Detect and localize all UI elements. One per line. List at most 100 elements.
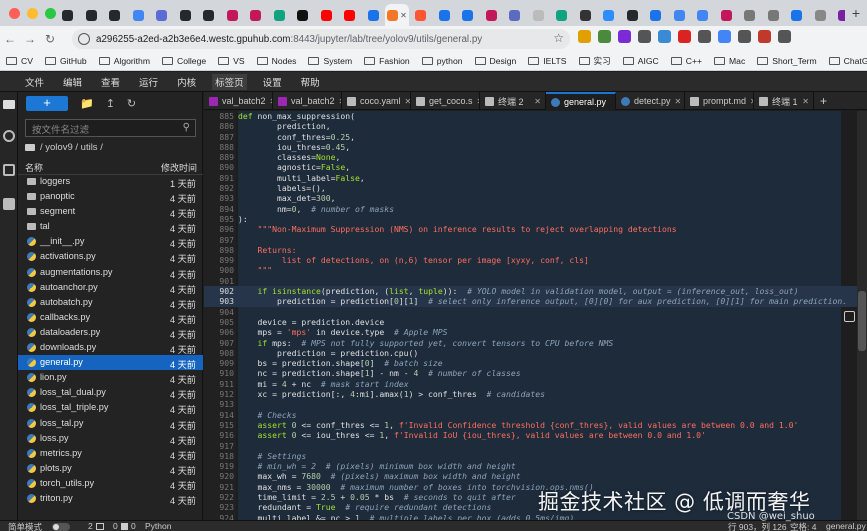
scrollbar-thumb[interactable] [858,291,866,351]
menu-item[interactable]: 帮助 [298,74,323,90]
breadcrumb-path[interactable]: / yolov9 / utils / [40,142,103,153]
editor-tab[interactable]: val_batch2✕ [273,92,342,110]
file-row[interactable]: metrics.py 4 天前 [18,446,203,461]
menu-item[interactable]: 内核 [174,74,199,90]
browser-tab[interactable] [362,4,386,26]
sessions-count[interactable]: 0 [131,521,136,531]
bookmark-folder[interactable]: GitHub [44,56,87,66]
file-row[interactable]: loss.py 4 天前 [18,431,203,446]
extension-icon[interactable] [658,30,671,43]
file-row[interactable]: loss_tal_dual.py 4 天前 [18,385,203,400]
new-folder-icon[interactable]: 📁 [80,97,94,110]
editor-tab[interactable]: prompt.md✕ [685,92,754,110]
bookmark-star-icon[interactable]: ☆ [553,31,564,45]
browser-tab[interactable] [221,4,245,26]
reload-icon[interactable]: ↻ [40,32,60,46]
browser-tab[interactable] [315,4,339,26]
menu-item[interactable]: 文件 [22,74,47,90]
file-row[interactable]: downloads.py 4 天前 [18,340,203,355]
column-modified-header[interactable]: 修改时间 [161,161,197,174]
file-row[interactable]: autoanchor.py 4 天前 [18,280,203,295]
table-of-contents-icon[interactable] [3,164,15,176]
language-indicator[interactable]: Python [145,521,171,531]
extension-icon[interactable] [578,30,591,43]
bookmark-folder[interactable]: IELTS [528,56,567,66]
file-row[interactable]: segment 4 天前 [18,204,203,219]
browser-tab[interactable] [80,4,104,26]
file-row[interactable]: loss_tal.py 4 天前 [18,416,203,431]
extension-icon[interactable] [738,30,751,43]
browser-tab[interactable] [809,4,833,26]
minimize-window-button[interactable] [27,7,38,19]
close-window-button[interactable] [9,7,20,19]
close-tab-icon[interactable]: ✕ [400,11,407,20]
browser-tab[interactable] [338,4,362,26]
browser-tab[interactable] [174,4,198,26]
browser-tab[interactable] [644,4,668,26]
menu-item[interactable]: 查看 [98,74,123,90]
editor-tab[interactable]: get_coco.s✕ [411,92,480,110]
file-row[interactable]: loss_tal_triple.py 4 天前 [18,400,203,415]
browser-tab[interactable] [738,4,762,26]
file-row[interactable]: general.py 4 天前 [18,355,203,371]
file-row[interactable]: autobatch.py 4 天前 [18,295,203,310]
browser-tab[interactable] [574,4,598,26]
browser-tab[interactable] [597,4,621,26]
close-tab-icon[interactable]: ✕ [802,97,813,106]
editor-tab[interactable]: 终端 1 ✕ [754,92,814,110]
bookmark-folder[interactable]: System [308,56,352,66]
browser-tab[interactable] [150,4,174,26]
file-row[interactable]: lion.py 4 天前 [18,370,203,385]
browser-tab[interactable] [503,4,527,26]
vertical-scrollbar[interactable] [857,111,867,520]
browser-tab[interactable] [244,4,268,26]
extension-icon[interactable] [758,30,771,43]
editor-tab[interactable]: 终端 2 ✕ [480,92,546,110]
file-row[interactable]: activations.py 4 天前 [18,249,203,264]
terminals-count[interactable]: 2 [88,521,93,531]
browser-tab[interactable] [456,4,480,26]
menu-item[interactable]: 编辑 [60,74,85,90]
browser-tab[interactable] [762,4,786,26]
back-arrow-icon[interactable]: ← [0,32,20,46]
code-editor[interactable]: 885 def non_max_suppression(886 predictio… [204,111,867,520]
extension-icon[interactable] [618,30,631,43]
browser-tab[interactable] [268,4,292,26]
folder-icon[interactable] [3,100,15,109]
file-row[interactable]: triton.py 4 天前 [18,491,203,506]
browser-tab[interactable] [785,4,809,26]
bookmark-folder[interactable]: VS [218,56,245,66]
browser-tab[interactable] [668,4,692,26]
new-launcher-button[interactable]: + [26,95,68,111]
file-row[interactable]: dataloaders.py 4 天前 [18,325,203,340]
menu-item[interactable]: 运行 [136,74,161,90]
browser-tab[interactable] [433,4,457,26]
file-row[interactable]: __init__.py 4 天前 [18,234,203,249]
forward-arrow-icon[interactable]: → [20,32,40,46]
cursor-position[interactable]: 行 903，列 126 [728,521,787,531]
folder-icon[interactable] [25,144,35,151]
code-lines[interactable]: 885 def non_max_suppression(886 predictio… [204,111,857,520]
extension-icon[interactable] [638,30,651,43]
extension-icon[interactable] [718,30,731,43]
bookmark-folder[interactable]: ChatGPT [828,56,867,66]
extension-icon[interactable] [598,30,611,43]
bookmark-folder[interactable]: Short_Term [757,56,817,66]
bookmark-folder[interactable]: Algorithm [98,56,150,66]
bookmark-folder[interactable]: CV [6,56,33,66]
column-name-header[interactable]: 名称 [25,161,43,174]
bookmark-folder[interactable]: python [421,56,463,66]
close-tab-icon[interactable]: ✕ [675,97,684,106]
file-filter-input[interactable]: 按文件名过滤 ⚲ [25,119,196,137]
maximize-window-button[interactable] [45,7,56,19]
close-tab-icon[interactable]: ✕ [534,97,545,106]
extension-icon[interactable] [698,30,711,43]
file-row[interactable]: loggers 1 天前 [18,174,203,189]
expand-icon[interactable] [844,311,855,322]
file-row[interactable]: plots.py 4 天前 [18,461,203,476]
browser-tab[interactable] [409,4,433,26]
editor-tab[interactable]: detect.py ✕ [616,92,685,110]
browser-tab[interactable] [197,4,221,26]
editor-tab[interactable]: coco.yaml ✕ [342,92,411,110]
extension-puzzle-icon[interactable] [3,198,15,210]
